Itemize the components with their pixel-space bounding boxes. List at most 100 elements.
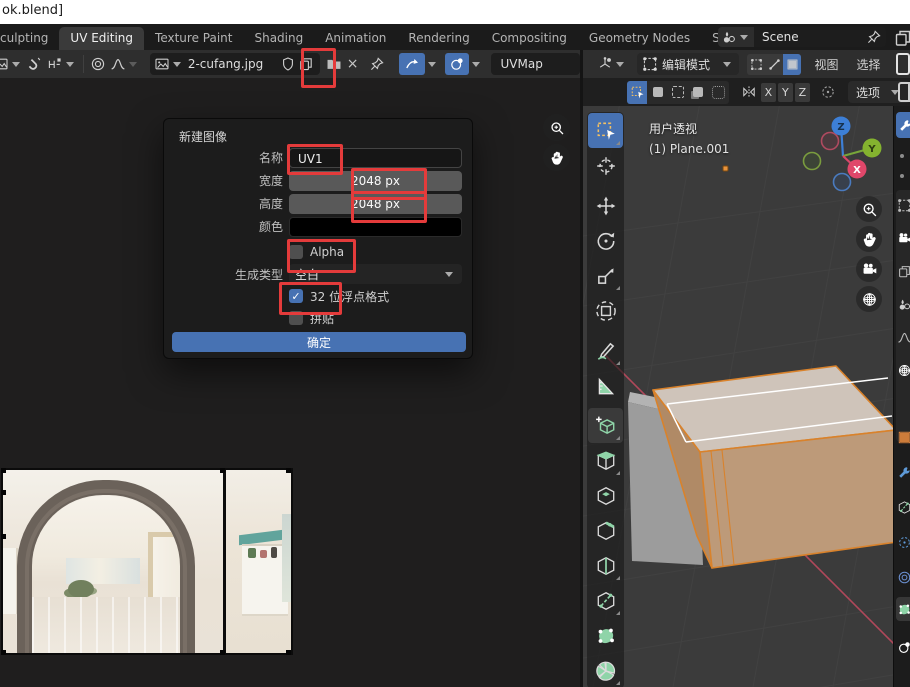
- falloff-button[interactable]: [108, 53, 142, 75]
- viewport-3d[interactable]: Z Y X 用户透视 (1) Plane.001 ‹: [583, 106, 910, 687]
- tool-rotate[interactable]: [588, 223, 623, 258]
- mirror-z-axis-button[interactable]: Z: [795, 83, 810, 102]
- menu-select[interactable]: 选择: [848, 56, 890, 73]
- viewport-ortho-button[interactable]: [856, 286, 882, 312]
- open-image-button[interactable]: [324, 53, 344, 75]
- viewport-pan-button[interactable]: [856, 226, 882, 252]
- scene-selector[interactable]: Scene: [718, 27, 886, 47]
- props-tab-material[interactable]: [897, 640, 910, 655]
- tool-select-box[interactable]: [588, 113, 623, 148]
- tab-sculpting-partial[interactable]: culpting: [0, 27, 59, 50]
- alpha-checkbox[interactable]: [289, 245, 303, 259]
- uv-vertex[interactable]: [220, 468, 225, 473]
- props-tab-object[interactable]: [897, 430, 910, 445]
- uv-snap-toggle[interactable]: [399, 53, 425, 75]
- uv-vertex[interactable]: [286, 468, 291, 473]
- unlink-image-button[interactable]: ×: [344, 53, 361, 75]
- proportional-edit-falloff-button[interactable]: [818, 81, 838, 103]
- uv-vertex[interactable]: [1, 490, 6, 495]
- tool-spin[interactable]: [588, 653, 623, 687]
- tool-loop-cut[interactable]: [588, 548, 623, 583]
- shield-fake-user-icon[interactable]: [280, 56, 296, 72]
- height-slider[interactable]: 2048 px: [289, 194, 462, 214]
- tool-inset[interactable]: [588, 478, 623, 513]
- edge-select-button[interactable]: [765, 54, 783, 75]
- tweak-select-button[interactable]: [627, 81, 647, 104]
- viewport-zoom-button[interactable]: [856, 196, 882, 222]
- image-name-value[interactable]: 2-cufang.jpg: [184, 57, 280, 71]
- uv-vertex[interactable]: [220, 650, 225, 655]
- tool-transform[interactable]: [588, 293, 623, 328]
- mode-dropdown[interactable]: 编辑模式: [637, 53, 739, 75]
- zoom-in-overlay-button[interactable]: [543, 114, 570, 141]
- mirror-x-axis-button[interactable]: X: [761, 83, 776, 102]
- tool-bevel[interactable]: [588, 513, 623, 548]
- props-tab-tool[interactable]: [896, 112, 910, 138]
- tool-scale[interactable]: [588, 258, 623, 293]
- tab-compositing[interactable]: Compositing: [481, 27, 578, 50]
- mirror-x-button[interactable]: [739, 81, 759, 103]
- props-tab-scene[interactable]: [897, 297, 910, 312]
- pin-icon[interactable]: [866, 29, 882, 45]
- width-slider[interactable]: 2048 px: [289, 171, 462, 191]
- tiled-checkbox[interactable]: [289, 311, 303, 325]
- tool-knife[interactable]: [588, 583, 623, 618]
- name-input[interactable]: UV1: [289, 148, 462, 168]
- vertex-select-button[interactable]: [747, 54, 765, 75]
- tab-rendering[interactable]: Rendering: [397, 27, 480, 50]
- uv-editor-type-button[interactable]: [0, 53, 25, 75]
- props-tab-object-data[interactable]: [897, 602, 910, 617]
- box-select-button[interactable]: [647, 81, 667, 104]
- tab-texture-paint[interactable]: Texture Paint: [144, 27, 243, 50]
- pan-hand-overlay-button[interactable]: [543, 144, 570, 171]
- mirror-y-axis-button[interactable]: Y: [778, 83, 793, 102]
- props-tab-world-globe[interactable]: [897, 363, 910, 378]
- tool-move[interactable]: [588, 188, 623, 223]
- uv-image-preview[interactable]: [1, 468, 293, 655]
- menu-view[interactable]: 视图: [805, 56, 847, 73]
- select-extra-button[interactable]: [708, 81, 728, 104]
- scene-name-value[interactable]: Scene: [754, 30, 866, 44]
- viewport-camera-button[interactable]: [856, 256, 882, 282]
- generated-type-dropdown[interactable]: 空白: [289, 264, 462, 284]
- circle-select-button[interactable]: [668, 81, 688, 104]
- new-image-button[interactable]: [296, 53, 316, 75]
- uvmap-field[interactable]: UVMap: [491, 53, 580, 75]
- props-tab-viewlayer[interactable]: [897, 264, 910, 279]
- props-tab-modifiers[interactable]: [897, 465, 910, 480]
- color-swatch[interactable]: [289, 217, 462, 237]
- props-tab-physics[interactable]: [897, 535, 910, 550]
- props-tab-output[interactable]: [897, 231, 910, 246]
- tab-uv-editing[interactable]: UV Editing: [59, 27, 144, 50]
- lasso-select-button[interactable]: [688, 81, 708, 104]
- scene-browse-button[interactable]: [718, 27, 754, 47]
- image-datablock-field[interactable]: 2-cufang.jpg: [150, 53, 320, 75]
- face-select-button[interactable]: [783, 54, 801, 75]
- tool-annotate[interactable]: [588, 333, 623, 368]
- proportional-edit-button[interactable]: [45, 53, 79, 75]
- uv-vertex[interactable]: [1, 650, 6, 655]
- tool-add-cube[interactable]: [588, 408, 623, 443]
- uv-vertex[interactable]: [286, 650, 291, 655]
- tool-poly-build[interactable]: [588, 618, 623, 653]
- props-tab-world[interactable]: [897, 330, 910, 345]
- uv-overlay-toggle[interactable]: [445, 53, 469, 75]
- tab-animation[interactable]: Animation: [314, 27, 397, 50]
- viewport-editor-type-button[interactable]: [595, 53, 629, 75]
- props-tab-particles[interactable]: [897, 500, 910, 515]
- tool-measure[interactable]: [588, 368, 623, 403]
- snap-target-button[interactable]: [88, 53, 108, 75]
- pin-button[interactable]: [367, 53, 387, 75]
- tab-geometry-nodes[interactable]: Geometry Nodes: [578, 27, 701, 50]
- tool-cursor[interactable]: [588, 148, 623, 183]
- float-checkbox[interactable]: ✓: [289, 289, 303, 303]
- uv-vertex[interactable]: [1, 468, 6, 473]
- props-tab-render[interactable]: [897, 198, 910, 213]
- props-tab-constraints[interactable]: [897, 570, 910, 585]
- snap-magnet-button[interactable]: [25, 53, 45, 75]
- ok-button[interactable]: 确定: [172, 332, 466, 352]
- tab-shading[interactable]: Shading: [243, 27, 314, 50]
- new-scene-button-partial[interactable]: [893, 28, 910, 48]
- uv-vertex[interactable]: [1, 534, 6, 539]
- tool-extrude[interactable]: [588, 443, 623, 478]
